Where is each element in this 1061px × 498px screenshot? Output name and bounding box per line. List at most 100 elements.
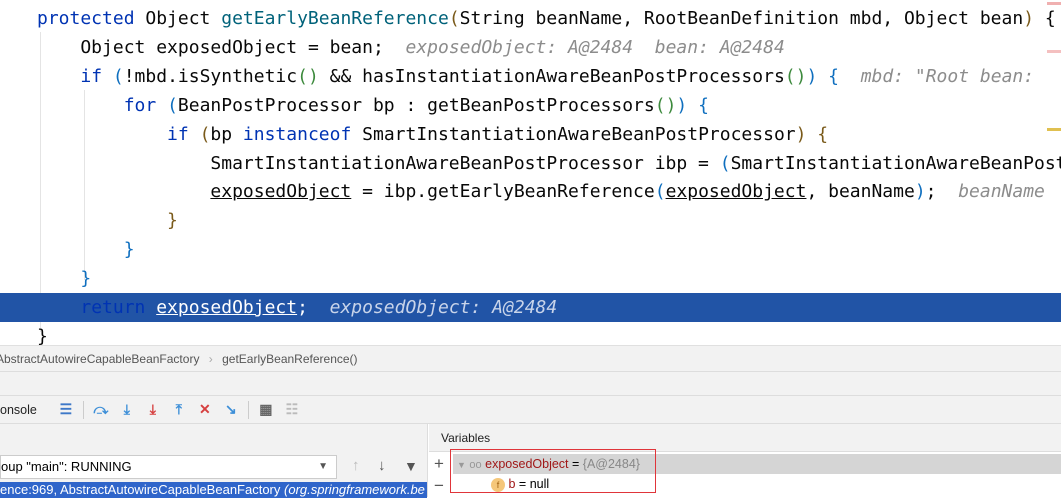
trace-stream-icon[interactable]: ☷ [279, 401, 305, 418]
code-token: && hasInstantiationAwareBeanPostProcesso… [318, 65, 785, 87]
code-editor[interactable]: protected Object getEarlyBeanReference(S… [0, 0, 1061, 345]
code-token: if [167, 123, 200, 145]
code-token: ( [448, 8, 460, 29]
code-token: } [37, 325, 48, 345]
inline-debug-value: beanName [958, 181, 1045, 203]
debug-toolbar: onsole ☰ ⤼ ⤓ ⤓ ⤒ ✕ ↘ ▦ ☷ [0, 396, 1061, 424]
code-token: ( [719, 152, 731, 174]
code-line[interactable]: } [0, 264, 1061, 293]
force-step-into-icon[interactable]: ⤓ [140, 401, 166, 418]
code-token: ; [297, 297, 330, 318]
code-token: ( [654, 181, 666, 203]
code-token: exposedObject [665, 181, 807, 203]
frame-package: (org.springframework.be [284, 482, 425, 497]
variables-title: Variables [429, 424, 1061, 452]
breadcrumb-method[interactable]: getEarlyBeanReference() [222, 352, 357, 366]
arrow-up-icon[interactable]: ↑ [352, 457, 360, 474]
code-token: ; [925, 181, 959, 203]
code-token: return [80, 297, 157, 318]
code-token: { [687, 94, 709, 116]
remove-watch-icon[interactable]: − [434, 476, 444, 496]
inline-debug-value: exposedObject: A@2484 [329, 297, 558, 318]
run-to-cursor-icon[interactable]: ↘ [218, 401, 244, 418]
step-over-icon[interactable]: ⤼ [88, 401, 114, 418]
code-token: ) [1023, 8, 1035, 29]
code-line[interactable]: Object exposedObject = bean; exposedObje… [0, 33, 1061, 62]
code-token: exposedObject [210, 181, 352, 203]
threads-list-icon[interactable]: ☰ [53, 401, 79, 418]
step-out-icon[interactable]: ⤒ [166, 401, 192, 418]
code-line[interactable]: } [0, 235, 1061, 264]
divider [82, 400, 84, 419]
divider [247, 400, 249, 419]
code-token: ) [914, 181, 926, 203]
thread-selector[interactable]: oup "main": RUNNING ▼ [0, 455, 337, 479]
variable-eq: = [515, 477, 530, 491]
error-stripe-mark[interactable] [1047, 2, 1061, 5]
code-line[interactable]: SmartInstantiationAwareBeanPostProcessor… [0, 149, 1061, 178]
breadcrumb-separator: › [208, 352, 213, 366]
watch-glasses-icon: oo [469, 459, 482, 471]
code-line[interactable]: for (BeanPostProcessor bp : getBeanPostP… [0, 91, 1061, 120]
code-token: ( [167, 94, 178, 116]
breadcrumb: AbstractAutowireCapableBeanFactory › get… [0, 345, 1061, 372]
code-token: String beanName, RootBeanDefinition mbd,… [459, 8, 1024, 29]
breadcrumb-class[interactable]: AbstractAutowireCapableBeanFactory [0, 352, 199, 366]
variable-row[interactable]: f b = null [491, 475, 549, 493]
code-token: ) [795, 123, 807, 145]
code-token: exposedObject [156, 36, 298, 58]
frame-label: ence:969, AbstractAutowireCapableBeanFac… [0, 482, 281, 497]
code-token: { [806, 123, 829, 145]
code-token: () [297, 65, 319, 87]
arrow-down-icon[interactable]: ↓ [378, 457, 386, 474]
code-token: } [123, 239, 135, 261]
code-token: protected [37, 8, 146, 29]
code-line[interactable]: if (!mbd.isSynthetic() && hasInstantiati… [0, 62, 1061, 91]
debug-tabs-bar [0, 372, 1061, 396]
execution-line[interactable]: return exposedObject; exposedObject: A@2… [0, 293, 1061, 322]
code-token: Object [37, 36, 157, 58]
step-into-icon[interactable]: ⤓ [114, 401, 140, 418]
variables-panel: Variables + − ▼ oo exposedObject = {A@24… [429, 424, 1061, 497]
code-token: !mbd.isSynthetic [123, 65, 298, 87]
code-token: () [784, 65, 807, 87]
inline-debug-value: exposedObject: A@2484 bean: A@2484 [405, 36, 785, 58]
warning-stripe-mark[interactable] [1047, 128, 1061, 131]
code-token: { [817, 65, 840, 87]
code-line[interactable]: } [0, 206, 1061, 235]
code-token: Object [145, 8, 222, 29]
code-token: instanceof [242, 123, 363, 145]
variable-row[interactable]: ▼ oo exposedObject = {A@2484} [457, 455, 640, 474]
variable-value: {A@2484} [582, 457, 640, 471]
code-token: } [80, 268, 92, 290]
filter-icon[interactable]: ▼ [404, 458, 418, 474]
chevron-down-icon: ▼ [318, 461, 328, 472]
code-token: { [1034, 8, 1056, 29]
code-line[interactable]: if (bp instanceof SmartInstantiationAwar… [0, 120, 1061, 149]
error-stripe-mark[interactable] [1047, 50, 1061, 53]
frame-row-selected[interactable]: ence:969, AbstractAutowireCapableBeanFac… [0, 482, 427, 498]
code-token: , beanName [806, 181, 915, 203]
variable-eq: = [568, 457, 583, 471]
inline-debug-value: mbd: "Root bean: [839, 65, 1045, 87]
tab-console[interactable]: onsole [0, 403, 37, 417]
code-token: = ibp.getEarlyBeanReference [351, 181, 655, 203]
code-token: ) [806, 65, 818, 87]
code-line[interactable]: exposedObject = ibp.getEarlyBeanReferenc… [0, 177, 1061, 206]
code-token: ( [199, 123, 211, 145]
add-watch-icon[interactable]: + [434, 454, 444, 474]
code-line[interactable]: } [0, 322, 1061, 345]
code-line[interactable]: protected Object getEarlyBeanReference(S… [0, 4, 1061, 33]
drop-frame-icon[interactable]: ✕ [192, 401, 218, 418]
expand-triangle-icon[interactable]: ▼ [457, 460, 466, 470]
evaluate-expression-icon[interactable]: ▦ [253, 401, 279, 418]
code-token: if [80, 65, 113, 87]
